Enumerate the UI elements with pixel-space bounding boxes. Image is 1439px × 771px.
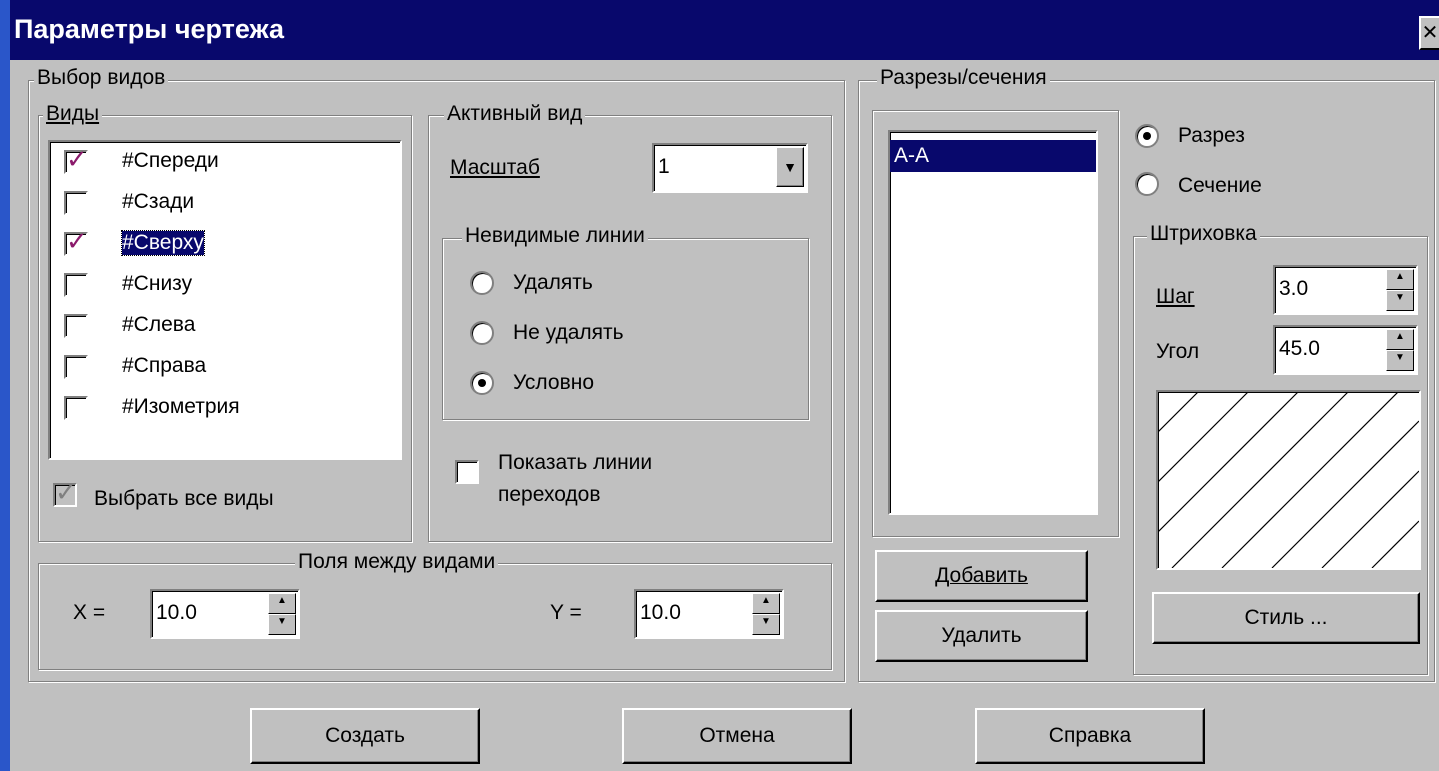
x-spinner[interactable]: 10.0 ▲ ▼ (150, 589, 300, 639)
x-spin-buttons[interactable]: ▲ ▼ (268, 593, 296, 635)
check-icon: ✓ (66, 144, 88, 174)
spin-up-icon[interactable]: ▲ (1386, 329, 1414, 350)
style-button[interactable]: Стиль ... (1152, 592, 1420, 644)
hatch-preview (1156, 390, 1421, 570)
radio-conditional[interactable] (470, 371, 494, 395)
spin-up-icon[interactable]: ▲ (752, 593, 780, 614)
angle-label: Угол (1156, 340, 1200, 363)
view-label[interactable]: #Изометрия (122, 395, 240, 419)
show-transitions-checkbox[interactable] (455, 460, 479, 484)
step-spin-buttons[interactable]: ▲ ▼ (1386, 269, 1414, 311)
angle-spinner[interactable]: 45.0 ▲ ▼ (1273, 325, 1418, 375)
view-checkbox[interactable] (64, 314, 88, 338)
view-label[interactable]: #Сверху (121, 230, 205, 256)
y-label: Y = (550, 601, 582, 624)
view-checkbox[interactable] (64, 355, 88, 379)
radio-conditional-label: Условно (513, 371, 595, 394)
spin-down-icon[interactable]: ▼ (1386, 350, 1414, 371)
show-transitions-label-2: переходов (498, 483, 601, 506)
view-label[interactable]: #Снизу (122, 272, 192, 296)
step-label: Шаг (1156, 285, 1195, 308)
spin-up-icon[interactable]: ▲ (268, 593, 296, 614)
hidden-lines-label: Невидимые линии (462, 224, 648, 248)
sections-list[interactable]: А-А (888, 130, 1098, 515)
views-selection-label: Выбор видов (34, 66, 169, 90)
view-label[interactable]: #Спереди (122, 149, 219, 173)
view-label[interactable]: #Справа (122, 354, 206, 378)
radio-keep-label: Не удалять (513, 321, 624, 344)
spin-down-icon[interactable]: ▼ (268, 614, 296, 635)
step-spinner[interactable]: 3.0 ▲ ▼ (1273, 265, 1418, 315)
y-spinner[interactable]: 10.0 ▲ ▼ (634, 589, 784, 639)
x-label: X = (73, 601, 106, 624)
spin-down-icon[interactable]: ▼ (752, 614, 780, 635)
title-bar[interactable]: Параметры чертежа ✕ (10, 0, 1439, 60)
cancel-button[interactable]: Отмена (622, 708, 852, 764)
view-checkbox[interactable] (64, 396, 88, 420)
hatch-label: Штриховка (1147, 222, 1260, 246)
create-button[interactable]: Создать (250, 708, 480, 764)
y-spin-buttons[interactable]: ▲ ▼ (752, 593, 780, 635)
view-label[interactable]: #Сзади (122, 190, 194, 214)
chevron-down-icon: ▼ (783, 159, 797, 175)
hatch-pattern-icon (1157, 391, 1420, 569)
radio-section-slice[interactable] (1135, 172, 1159, 196)
radio-delete[interactable] (470, 271, 494, 295)
scale-select[interactable]: 1 ▼ (652, 143, 808, 193)
views-label: Виды (43, 102, 103, 126)
margins-label: Поля между видами (295, 550, 499, 574)
scale-value: 1 (658, 155, 670, 178)
select-all-label: Выбрать все виды (94, 487, 274, 510)
view-label[interactable]: #Слева (122, 313, 195, 337)
show-transitions-label-1: Показать линии (498, 451, 653, 474)
radio-section-cut[interactable] (1135, 124, 1159, 148)
radio-delete-label: Удалять (513, 271, 593, 294)
hidden-lines-group (442, 238, 809, 420)
active-view-label: Активный вид (444, 102, 586, 126)
step-value[interactable]: 3.0 (1279, 277, 1308, 301)
help-button[interactable]: Справка (975, 708, 1205, 764)
view-checkbox[interactable] (64, 273, 88, 297)
close-icon: ✕ (1421, 22, 1439, 44)
x-value[interactable]: 10.0 (156, 601, 197, 625)
view-checkbox[interactable]: ✓ (64, 228, 88, 256)
angle-value[interactable]: 45.0 (1279, 337, 1320, 361)
window-title: Параметры чертежа (14, 14, 285, 44)
radio-section-slice-label: Сечение (1178, 174, 1262, 197)
close-button[interactable]: ✕ (1419, 16, 1439, 50)
view-checkbox[interactable]: ✓ (64, 146, 88, 174)
radio-section-cut-label: Разрез (1178, 124, 1245, 147)
spin-down-icon[interactable]: ▼ (1386, 290, 1414, 311)
add-section-button[interactable]: Добавить (875, 550, 1088, 602)
delete-section-button[interactable]: Удалить (875, 610, 1088, 662)
view-checkbox[interactable] (64, 191, 88, 215)
spin-up-icon[interactable]: ▲ (1386, 269, 1414, 290)
radio-keep[interactable] (470, 321, 494, 345)
sections-label: Разрезы/сечения (877, 66, 1050, 90)
list-item[interactable]: А-А (890, 140, 1096, 172)
dialog-window: Параметры чертежа ✕ Выбор видов Виды ✓ #С… (10, 0, 1439, 771)
scale-dropdown-button[interactable]: ▼ (776, 147, 804, 187)
y-value[interactable]: 10.0 (640, 601, 681, 625)
scale-label: Масштаб (450, 156, 540, 179)
select-all-checkbox[interactable]: ✓ (53, 479, 77, 507)
check-icon: ✓ (66, 226, 88, 256)
views-list[interactable]: ✓ #Спереди #Сзади ✓ #Сверху #Снизу #Слева #Спра… (48, 140, 402, 460)
angle-spin-buttons[interactable]: ▲ ▼ (1386, 329, 1414, 371)
